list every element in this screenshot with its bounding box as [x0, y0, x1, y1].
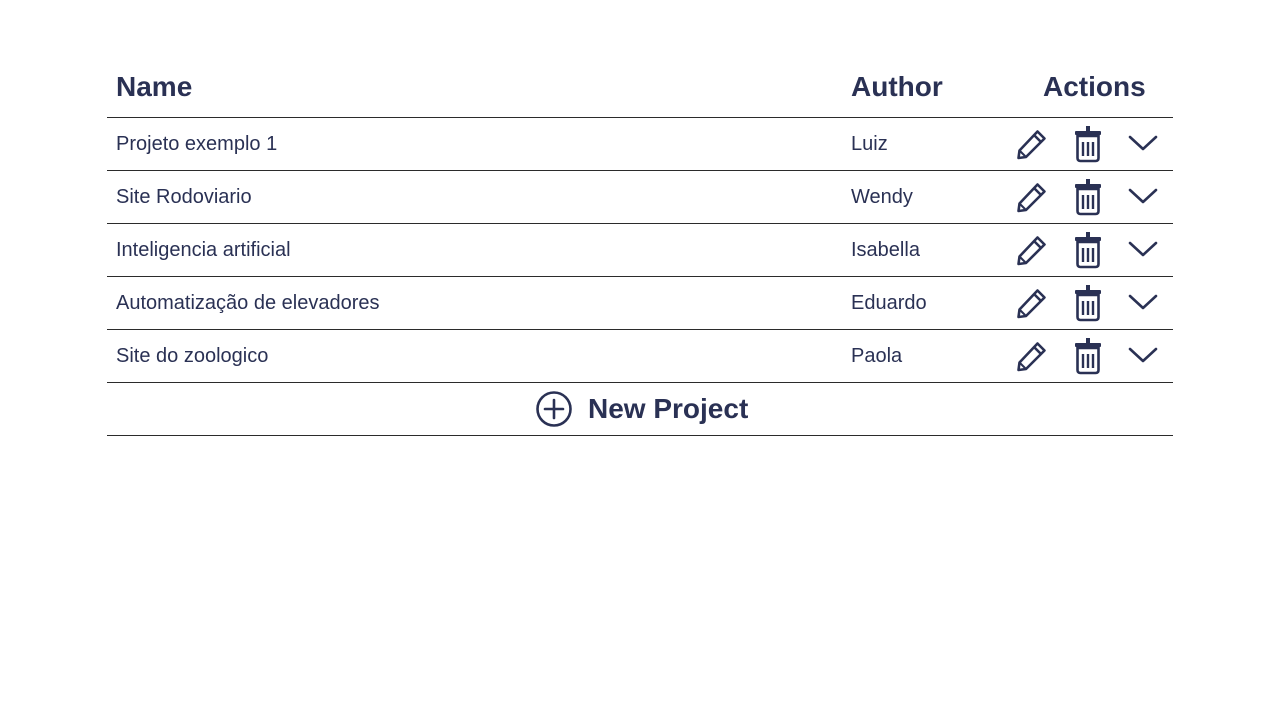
pencil-icon[interactable] — [1015, 180, 1049, 214]
trash-icon[interactable] — [1073, 178, 1103, 216]
table-row: Site Rodoviario Wendy — [107, 171, 1173, 224]
column-header-author: Author — [851, 71, 943, 102]
trash-icon[interactable] — [1073, 337, 1103, 375]
project-author: Isabella — [851, 239, 920, 261]
project-name: Site do zoologico — [116, 345, 269, 367]
project-author: Wendy — [851, 186, 913, 208]
project-author: Paola — [851, 345, 903, 367]
chevron-down-icon[interactable] — [1127, 238, 1159, 260]
chevron-down-icon[interactable] — [1127, 132, 1159, 154]
table-row: Site do zoologico Paola — [107, 330, 1173, 383]
new-project-content: New Project — [535, 391, 748, 427]
projects-table: Name Author Actions Projeto exemplo 1 Lui… — [107, 60, 1173, 436]
project-author: Eduardo — [851, 292, 927, 314]
pencil-icon[interactable] — [1015, 339, 1049, 373]
table-row: Projeto exemplo 1 Luiz — [107, 118, 1173, 171]
table-row: Automatização de elevadores Eduardo — [107, 277, 1173, 330]
chevron-down-icon[interactable] — [1127, 344, 1159, 366]
project-name: Site Rodoviario — [116, 186, 252, 208]
trash-icon[interactable] — [1073, 231, 1103, 269]
pencil-icon[interactable] — [1015, 127, 1049, 161]
column-header-name: Name — [116, 71, 193, 102]
table-header: Name Author Actions — [107, 60, 1173, 118]
project-name: Inteligencia artificial — [116, 239, 291, 261]
column-header-actions: Actions — [1043, 71, 1146, 102]
plus-circle-icon — [536, 391, 572, 427]
project-name: Automatização de elevadores — [116, 292, 380, 314]
chevron-down-icon[interactable] — [1127, 291, 1159, 313]
trash-icon[interactable] — [1073, 284, 1103, 322]
chevron-down-icon[interactable] — [1127, 185, 1159, 207]
pencil-icon[interactable] — [1015, 286, 1049, 320]
project-name: Projeto exemplo 1 — [116, 133, 278, 155]
trash-icon[interactable] — [1073, 125, 1103, 163]
new-project-label: New Project — [588, 393, 749, 424]
project-author: Luiz — [851, 133, 888, 155]
pencil-icon[interactable] — [1015, 233, 1049, 267]
new-project-button[interactable]: New Project — [107, 383, 1173, 436]
table-row: Inteligencia artificial Isabella — [107, 224, 1173, 277]
